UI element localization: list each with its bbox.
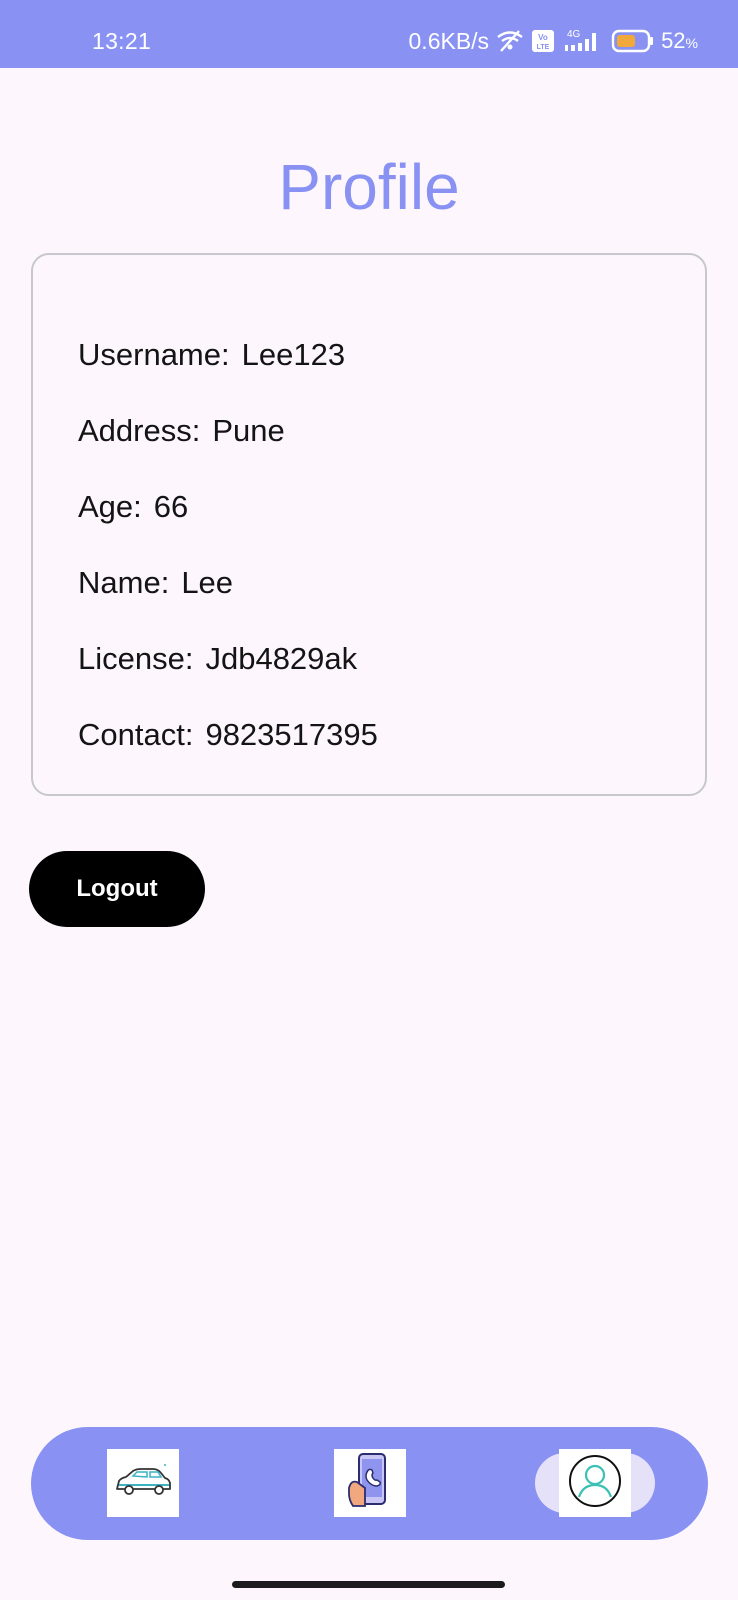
field-label: Contact: <box>78 717 194 752</box>
field-label: Username: <box>78 337 230 372</box>
bottom-nav <box>31 1427 708 1540</box>
field-value: 66 <box>153 489 189 524</box>
battery-icon <box>611 29 655 53</box>
page-title: Profile <box>278 151 460 223</box>
status-time: 13:21 <box>92 28 152 54</box>
field-value: Pune <box>212 413 285 448</box>
battery-percent: 52% <box>661 28 698 53</box>
car-icon <box>111 1459 175 1508</box>
profile-field-contact: Contact: 9823517395 <box>78 717 378 753</box>
profile-card: Username: Lee123 Address: Pune Age: 66 Name… <box>31 253 707 796</box>
profile-field-address: Address: Pune <box>78 413 285 449</box>
field-label: License: <box>78 641 194 676</box>
field-label: Address: <box>78 413 201 448</box>
nav-item-rides[interactable] <box>107 1449 179 1517</box>
wifi-off-icon <box>495 28 525 54</box>
user-profile-icon <box>567 1453 623 1514</box>
phone-call-icon <box>345 1450 395 1517</box>
field-value: Lee123 <box>241 337 346 372</box>
network-speed: 0.6KB/s <box>408 27 490 54</box>
nav-item-profile[interactable] <box>559 1449 631 1517</box>
status-bar: 13:21 0.6KB/s Vo LTE 4G 52% <box>0 0 738 68</box>
profile-field-username: Username: Lee123 <box>78 337 345 373</box>
network-type: 4G <box>567 29 581 40</box>
signal-icon: 4G <box>561 27 605 55</box>
field-value: Jdb4829ak <box>205 641 358 676</box>
field-label: Name: <box>78 565 170 600</box>
field-label: Age: <box>78 489 142 524</box>
svg-text:LTE: LTE <box>537 44 550 51</box>
field-value: Lee <box>181 565 234 600</box>
volte-icon: Vo LTE <box>531 29 555 53</box>
profile-field-name: Name: Lee <box>78 565 233 601</box>
nav-item-contact[interactable] <box>334 1449 406 1517</box>
profile-field-license: License: Jdb4829ak <box>78 641 357 677</box>
field-value: 9823517395 <box>205 717 378 752</box>
svg-text:Vo: Vo <box>538 33 548 42</box>
profile-field-age: Age: 66 <box>78 489 188 525</box>
home-indicator[interactable] <box>232 1581 505 1588</box>
logout-button[interactable]: Logout <box>29 851 205 927</box>
status-right: 0.6KB/s Vo LTE 4G 52% <box>409 24 698 58</box>
